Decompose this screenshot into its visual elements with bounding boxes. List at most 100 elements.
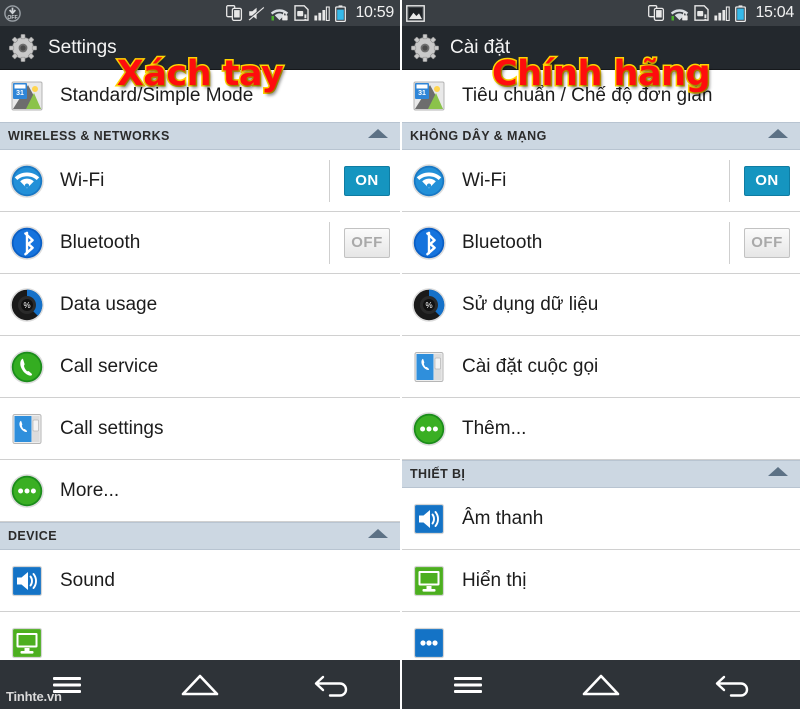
home-button[interactable]: [571, 660, 631, 709]
list-item-label: Cài đặt cuộc gọi: [462, 355, 599, 377]
settings-list-right: 31 Tiêu chuẩn / Chế độ đơn giản KHÔNG DÂ…: [402, 70, 800, 674]
data-usage-icon: %: [8, 286, 46, 324]
list-item-data-usage[interactable]: % Data usage: [0, 274, 400, 336]
wifi-icon: [410, 162, 448, 200]
sim-alert-icon: [694, 5, 710, 21]
status-bar-clock: 10:59: [355, 4, 394, 21]
row-divider: [329, 159, 330, 202]
list-item-label: Tiêu chuẩn / Chế độ đơn giản: [462, 85, 713, 106]
row-divider: [329, 221, 330, 264]
list-item-data-usage[interactable]: % Sử dụng dữ liệu: [402, 274, 800, 336]
status-bar-clock: 15:04: [755, 4, 794, 21]
list-item-label: Call settings: [60, 417, 164, 439]
list-item-label: Wi-Fi: [60, 169, 105, 191]
status-bar-left-icons: OFF: [4, 4, 21, 22]
wifi-secure-icon: [671, 8, 689, 20]
screenshot-image-icon: [406, 4, 425, 22]
list-item-label: Hiển thị: [462, 569, 527, 591]
svg-text:OFF: OFF: [7, 15, 17, 21]
chevron-up-icon[interactable]: [766, 127, 790, 145]
list-item-label: Sử dụng dữ liệu: [462, 293, 599, 315]
list-item-wifi[interactable]: Wi-Fi ON: [0, 150, 400, 212]
section-header-wireless-networks[interactable]: WIRELESS & NETWORKS: [0, 122, 400, 150]
gps-off-icon: OFF: [4, 4, 21, 22]
wifi-toggle[interactable]: ON: [744, 165, 790, 196]
action-bar-title: Settings: [48, 36, 117, 58]
home-button[interactable]: [170, 660, 230, 709]
status-bar-right-icons: 15:04: [648, 4, 794, 22]
list-item-mode-switch[interactable]: 31 Standard/Simple Mode: [0, 70, 400, 122]
home-icon: [582, 674, 620, 695]
svg-text:%: %: [425, 301, 432, 310]
call-settings-icon: [410, 348, 448, 386]
list-item-label: Sound: [60, 569, 115, 591]
list-item-label: Bluetooth: [462, 231, 543, 253]
chevron-up-icon[interactable]: [766, 465, 790, 483]
bluetooth-toggle[interactable]: OFF: [744, 227, 790, 258]
bluetooth-icon: [8, 224, 46, 262]
menu-button[interactable]: [438, 660, 498, 709]
wifi-toggle-area[interactable]: ON: [729, 150, 800, 211]
list-item-call-settings[interactable]: Cài đặt cuộc gọi: [402, 336, 800, 398]
wifi-icon: [8, 162, 46, 200]
call-service-icon: [8, 348, 46, 386]
list-item-mode-switch[interactable]: 31 Tiêu chuẩn / Chế độ đơn giản: [402, 70, 800, 122]
list-item-bluetooth[interactable]: Bluetooth OFF: [402, 212, 800, 274]
list-item-wifi[interactable]: Wi-Fi ON: [402, 150, 800, 212]
sound-icon: [8, 562, 46, 600]
list-item-label: More...: [60, 479, 120, 501]
section-header-device[interactable]: DEVICE: [0, 522, 400, 550]
wifi-toggle-area[interactable]: ON: [329, 150, 400, 211]
bluetooth-toggle-area[interactable]: OFF: [729, 212, 800, 273]
row-divider: [729, 221, 730, 264]
list-item-bluetooth[interactable]: Bluetooth OFF: [0, 212, 400, 274]
action-bar-left: Settings: [0, 26, 400, 70]
chevron-up-icon[interactable]: [366, 527, 390, 545]
section-title: DEVICE: [8, 529, 57, 543]
list-item-sound[interactable]: Sound: [0, 550, 400, 612]
list-item-label: Call service: [60, 355, 159, 377]
call-settings-icon: [8, 410, 46, 448]
bluetooth-icon: [410, 224, 448, 262]
wifi-toggle[interactable]: ON: [344, 165, 390, 196]
back-icon: [715, 675, 748, 697]
watermark: Tinhte.vn: [6, 689, 62, 704]
back-button[interactable]: [303, 660, 363, 709]
list-item-display[interactable]: Hiển thị: [402, 550, 800, 612]
section-header-wireless-networks[interactable]: KHÔNG DÂY & MẠNG: [402, 122, 800, 150]
back-button[interactable]: [704, 660, 764, 709]
list-item-label: Thêm...: [462, 417, 527, 439]
section-title: WIRELESS & NETWORKS: [8, 129, 170, 143]
section-header-device[interactable]: THIẾT BỊ: [402, 460, 800, 488]
list-item-call-service[interactable]: Call service: [0, 336, 400, 398]
svg-text:%: %: [23, 301, 30, 310]
signal-bars-icon: [314, 5, 331, 21]
mute-icon: [248, 5, 265, 20]
status-bar-left-icons: [406, 4, 425, 22]
settings-list-left: 31 Standard/Simple Mode WIRELESS & NETWO…: [0, 70, 400, 674]
status-bar-right-icons: 10:59: [226, 4, 394, 22]
section-title: KHÔNG DÂY & MẠNG: [410, 129, 547, 143]
list-item-call-settings[interactable]: Call settings: [0, 398, 400, 460]
bluetooth-toggle[interactable]: OFF: [344, 227, 390, 258]
menu-icon: [454, 676, 483, 693]
action-bar-right: Cài đặt: [402, 26, 800, 70]
bluetooth-toggle-area[interactable]: OFF: [329, 212, 400, 273]
action-bar-title: Cài đặt: [450, 36, 511, 58]
chevron-up-icon[interactable]: [366, 127, 390, 145]
more-icon: [410, 410, 448, 448]
simple-mode-icon: 31: [8, 77, 46, 115]
display-icon: [410, 562, 448, 600]
svg-text:31: 31: [418, 90, 426, 97]
more-blue-icon: [410, 624, 448, 662]
navigation-bar-right: [402, 660, 800, 709]
phone-screen-right: 15:04 Cài đặt Chính hãng 31 Tiêu chuẩn /…: [400, 0, 800, 709]
wifi-secure-icon: [271, 8, 289, 20]
list-item-more[interactable]: More...: [0, 460, 400, 522]
battery-icon: [735, 4, 747, 22]
screen-mirroring-icon: [226, 5, 243, 21]
list-item-sound[interactable]: Âm thanh: [402, 488, 800, 550]
list-item-more[interactable]: Thêm...: [402, 398, 800, 460]
status-bar-left: OFF 10:59: [0, 0, 400, 26]
data-usage-icon: %: [410, 286, 448, 324]
